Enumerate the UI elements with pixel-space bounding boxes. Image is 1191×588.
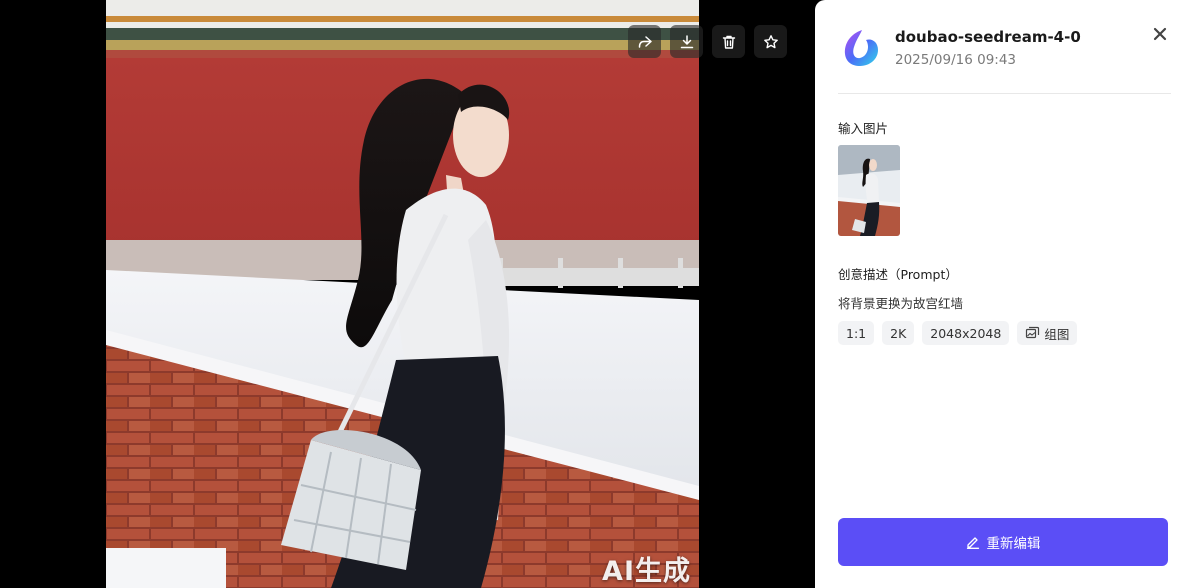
input-image-thumbnail-art <box>838 145 900 236</box>
star-icon <box>763 34 778 48</box>
group-image-icon <box>1026 326 1040 339</box>
share-button[interactable] <box>628 25 661 58</box>
prompt-label: 创意描述（Prompt） <box>838 267 958 282</box>
favorite-button[interactable] <box>754 25 787 58</box>
group-image-label: 组图 <box>1044 326 1070 342</box>
input-image-thumbnail[interactable] <box>838 145 900 236</box>
model-name: doubao-seedream-4-0 <box>895 28 1081 46</box>
aspect-ratio-tag: 1:1 <box>838 321 875 345</box>
edit-pencil-icon <box>966 537 979 549</box>
group-image-tag: 组图 <box>1017 321 1078 345</box>
download-button[interactable] <box>670 25 703 58</box>
generated-image[interactable]: AI生成 <box>106 0 699 588</box>
resolution-tag: 2K <box>882 321 915 345</box>
image-toolbar <box>628 25 787 58</box>
generation-timestamp: 2025/09/16 09:43 <box>895 52 1017 68</box>
header-divider <box>838 93 1171 94</box>
prompt-text: 将背景更换为故宫红墙 <box>838 296 964 311</box>
model-logo-icon <box>844 30 878 66</box>
image-size-tag: 2048x2048 <box>922 321 1010 345</box>
input-image-label: 输入图片 <box>838 121 889 136</box>
detail-panel: doubao-seedream-4-0 2025/09/16 09:43 输入图… <box>815 0 1191 588</box>
ai-generated-watermark: AI生成 <box>602 556 691 587</box>
close-icon[interactable] <box>1151 25 1169 43</box>
trash-icon <box>722 35 735 49</box>
generated-image-art <box>106 0 699 588</box>
image-viewer: AI生成 <box>0 0 815 588</box>
reedit-button-label: 重新编辑 <box>986 536 1041 552</box>
reedit-button[interactable]: 重新编辑 <box>838 518 1168 566</box>
download-icon <box>680 34 693 48</box>
share-icon <box>638 35 652 48</box>
generation-params: 1:1 2K 2048x2048 组图 <box>838 321 1078 345</box>
delete-button[interactable] <box>712 25 745 58</box>
